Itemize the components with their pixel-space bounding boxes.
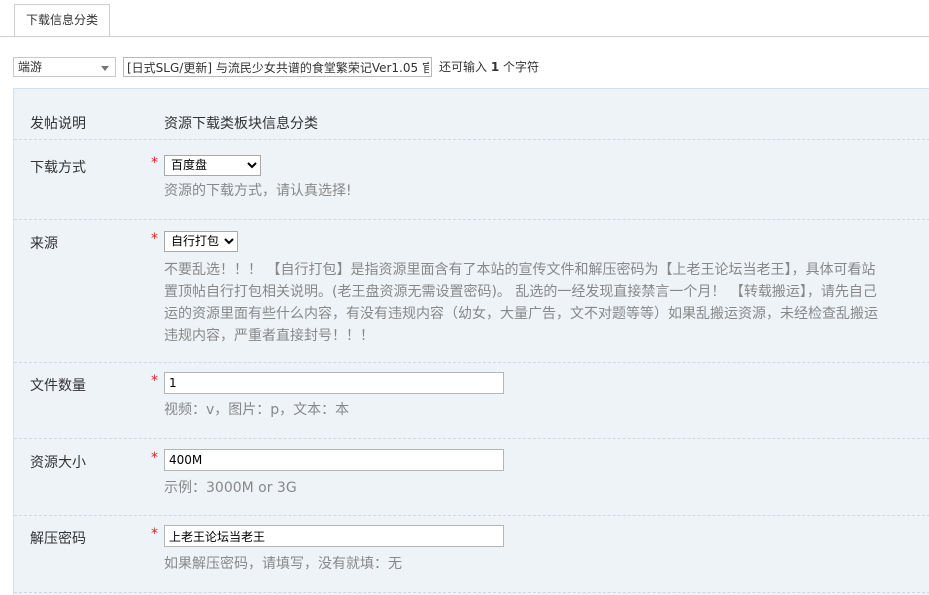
source-hint-line: 置顶帖自行打包相关说明。(老王盘资源无需设置密码)。 乱选的一经发现直接禁言一个… bbox=[164, 284, 877, 300]
file-count-hint: 视频：v，图片：p，文本：本 bbox=[164, 402, 350, 418]
category-select[interactable]: 端游 bbox=[13, 57, 116, 77]
download-method-label: 下载方式 bbox=[30, 160, 86, 176]
required-star: * bbox=[151, 155, 158, 171]
row-unzip-password: 解压密码 * 如果解压密码，请填写，没有就填：无 bbox=[14, 516, 929, 593]
intro-label: 发帖说明 bbox=[30, 116, 86, 132]
tab-bar: 下载信息分类 bbox=[0, 0, 929, 37]
required-star: * bbox=[151, 231, 158, 247]
title-input[interactable] bbox=[123, 57, 432, 77]
source-hint-line: 违规内容，严重者直接封号！！！ bbox=[164, 328, 374, 344]
remain-suffix: 个字符 bbox=[499, 60, 540, 74]
required-star: * bbox=[151, 373, 158, 389]
file-count-label: 文件数量 bbox=[30, 378, 86, 394]
source-label: 来源 bbox=[30, 236, 58, 252]
resource-size-label: 资源大小 bbox=[30, 455, 86, 471]
title-row: 端游 还可输入 1 个字符 bbox=[13, 56, 929, 79]
required-star: * bbox=[151, 526, 158, 542]
remain-count: 1 bbox=[490, 60, 500, 74]
file-count-input[interactable] bbox=[164, 372, 504, 394]
resource-size-hint: 示例：3000M or 3G bbox=[164, 480, 297, 496]
char-remaining-text: 还可输入 1 个字符 bbox=[439, 56, 539, 79]
source-select[interactable]: 自行打包 bbox=[164, 230, 238, 252]
row-download-method: 下载方式 * 百度盘 资源的下载方式，请认真选择! bbox=[14, 140, 929, 220]
row-file-count: 文件数量 * 视频：v，图片：p，文本：本 bbox=[14, 363, 929, 439]
tab-download-info[interactable]: 下载信息分类 bbox=[14, 4, 110, 36]
form-panel: 发帖说明 资源下载类板块信息分类 下载方式 * 百度盘 资源的下载方式，请认真选… bbox=[13, 88, 929, 595]
unzip-password-input[interactable] bbox=[164, 525, 504, 547]
source-hint-line: 运的资源里面有些什么内容，有没有违规内容（幼女，大量广告，文不对题等等）如果乱搬… bbox=[164, 306, 878, 322]
row-source: 来源 * 自行打包 不要乱选！！！ 【自行打包】是指资源里面含有了本站的宣传文件… bbox=[14, 220, 929, 363]
unzip-password-label: 解压密码 bbox=[30, 531, 86, 547]
category-select-value: 端游 bbox=[18, 60, 43, 74]
download-method-hint: 资源的下载方式，请认真选择! bbox=[164, 183, 352, 199]
resource-size-input[interactable] bbox=[164, 449, 504, 471]
row-resource-size: 资源大小 * 示例：3000M or 3G bbox=[14, 439, 929, 516]
source-hint-line: 不要乱选！！！ 【自行打包】是指资源里面含有了本站的宣传文件和解压密码为【上老王… bbox=[164, 262, 876, 278]
chevron-down-icon bbox=[101, 66, 109, 71]
remain-prefix: 还可输入 bbox=[439, 60, 491, 74]
unzip-password-hint: 如果解压密码，请填写，没有就填：无 bbox=[164, 556, 402, 572]
row-intro: 发帖说明 资源下载类板块信息分类 bbox=[14, 89, 929, 140]
required-star: * bbox=[151, 450, 158, 466]
source-hint: 不要乱选！！！ 【自行打包】是指资源里面含有了本站的宣传文件和解压密码为【上老王… bbox=[164, 259, 929, 347]
intro-text: 资源下载类板块信息分类 bbox=[164, 116, 318, 132]
download-method-select[interactable]: 百度盘 bbox=[164, 154, 261, 176]
